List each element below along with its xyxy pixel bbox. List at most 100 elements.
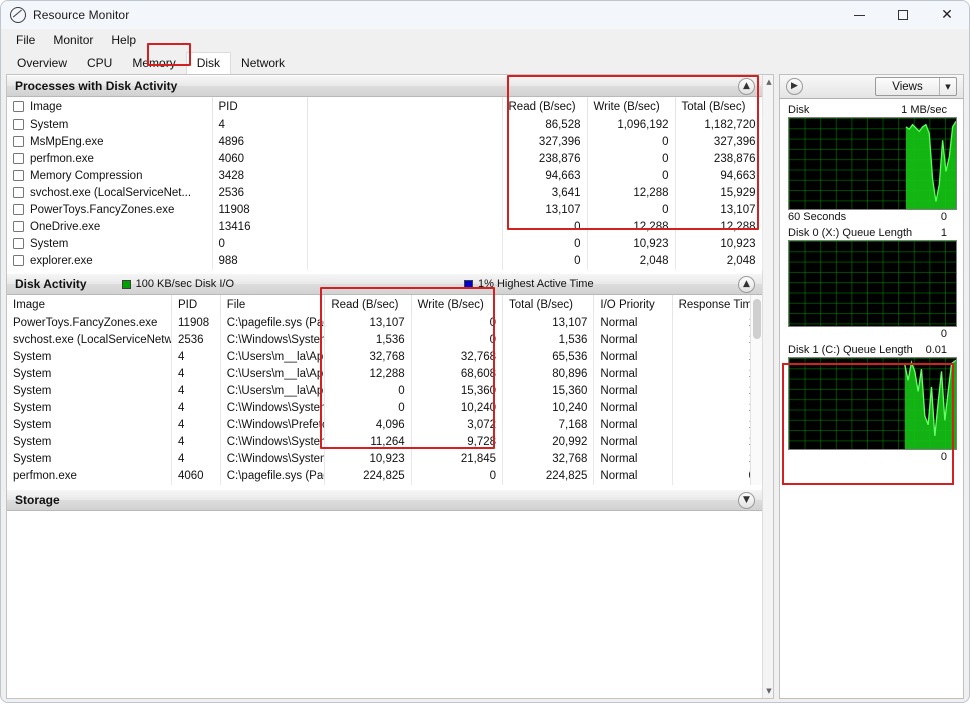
cell-read: 12,288 (324, 366, 412, 383)
tab-cpu[interactable]: CPU (77, 53, 122, 74)
col-header-read[interactable]: Read (B/sec) (502, 97, 588, 117)
table-row[interactable]: System 4 86,528 1,096,192 1,182,720 (7, 117, 763, 134)
storage-section-header[interactable]: Storage ▼ (7, 489, 762, 511)
table-row[interactable]: System4C:\Users\m__la\App...12,28868,608… (7, 366, 763, 383)
table-row[interactable]: OneDrive.exe 13416 0 12,288 12,288 (7, 219, 763, 236)
minimize-button[interactable] (837, 1, 881, 29)
legend-label-disk-io: 100 KB/sec Disk I/O (135, 278, 235, 290)
cell-total: 65,536 (502, 349, 595, 366)
processes-collapse-chevron-up-icon[interactable]: ▲ (738, 78, 755, 95)
da-col-header-total[interactable]: Total (B/sec) (502, 295, 595, 315)
maximize-button[interactable] (881, 1, 925, 29)
left-pane-scroll-track[interactable] (763, 89, 774, 684)
table-row[interactable]: System4C:\Users\m__la\App...015,36015,36… (7, 383, 763, 400)
disk-activity-scrollbar-thumb[interactable] (753, 299, 761, 339)
row-checkbox[interactable] (13, 255, 24, 266)
cell-file: C:\pagefile.sys (Page... (220, 468, 326, 485)
col-header-total[interactable]: Total (B/sec) (675, 97, 763, 117)
tab-disk[interactable]: Disk (185, 52, 232, 74)
da-col-header-pid[interactable]: PID (171, 295, 221, 315)
disk0-graph-canvas (788, 240, 957, 327)
table-row[interactable]: svchost.exe (LocalServiceNetwo... 2536 C:\… (7, 332, 763, 349)
disk-activity-section-header[interactable]: Disk Activity 100 KB/sec Disk I/O 1% Hig… (7, 273, 762, 295)
col-header-image[interactable]: Image (7, 97, 213, 117)
scroll-down-arrow-icon[interactable]: ▼ (763, 684, 774, 698)
table-row[interactable]: svchost.exe (LocalServiceNet... 2536 3,641… (7, 185, 763, 202)
table-row[interactable]: Memory Compression 3428 94,663 0 94,663 (7, 168, 763, 185)
cell-pid: 11908 (212, 202, 308, 219)
table-row[interactable]: System4C:\Users\m__la\App...32,76832,768… (7, 349, 763, 366)
col-header-pid[interactable]: PID (212, 97, 308, 117)
table-row[interactable]: System4C:\Windows\System...10,92321,8453… (7, 451, 763, 468)
cell-write: 2,048 (587, 253, 676, 270)
table-row[interactable]: PowerToys.FancyZones.exe 11908 C:\pagefile… (7, 315, 763, 332)
storage-section-title: Storage (15, 493, 60, 507)
row-checkbox[interactable] (13, 187, 24, 198)
processes-section-header[interactable]: Processes with Disk Activity ▲ (7, 75, 762, 97)
da-col-header-read[interactable]: Read (B/sec) (324, 295, 412, 315)
table-row[interactable]: System4C:\Windows\System...010,24010,240… (7, 400, 763, 417)
disk-activity-collapse-chevron-up-icon[interactable]: ▲ (738, 276, 755, 293)
disk1-graph-max: 0.01 (925, 344, 947, 356)
cell-pid: 4 (171, 366, 221, 383)
menu-item-monitor[interactable]: Monitor (45, 31, 101, 49)
table-row[interactable]: System4C:\Windows\Prefetc...4,0963,0727,… (7, 417, 763, 434)
tab-memory[interactable]: Memory (122, 53, 185, 74)
row-checkbox[interactable] (13, 238, 24, 249)
da-col-header-write[interactable]: Write (B/sec) (411, 295, 504, 315)
disk-activity-scrollbar[interactable] (750, 295, 762, 485)
disk-graph-labels: Disk 1 MB/sec (788, 103, 957, 117)
cell-response-time: 1 (672, 400, 763, 417)
close-button[interactable]: ✕ (925, 1, 969, 29)
table-row[interactable]: perfmon.exe 4060 238,876 0 238,876 (7, 151, 763, 168)
row-checkbox[interactable] (13, 221, 24, 232)
cell-response-time: 1 (672, 349, 763, 366)
menu-item-file[interactable]: File (8, 31, 43, 49)
da-col-header-io-priority[interactable]: I/O Priority (593, 295, 673, 315)
cell-pid: 4 (171, 383, 221, 400)
cell-image-label: System (30, 119, 69, 131)
disk-activity-section-title: Disk Activity (15, 277, 87, 291)
expand-panel-chevron-right-icon[interactable]: ▶ (786, 78, 803, 95)
cell-read: 10,923 (324, 451, 412, 468)
da-col-header-response-time[interactable]: Response Time ... (672, 295, 763, 315)
table-row[interactable]: explorer.exe 988 0 2,048 2,048 (7, 253, 763, 270)
table-row[interactable]: perfmon.exe4060C:\pagefile.sys (Page...2… (7, 468, 763, 485)
table-row[interactable]: System 0 0 10,923 10,923 (7, 236, 763, 253)
tab-network[interactable]: Network (231, 53, 295, 74)
cell-pid: 4 (212, 117, 308, 134)
views-chevron-down-icon[interactable]: ▼ (939, 78, 956, 95)
table-row[interactable]: PowerToys.FancyZones.exe 11908 13,107 0 13,1… (7, 202, 763, 219)
table-row[interactable]: System4C:\Windows\System...11,2649,72820… (7, 434, 763, 451)
tab-overview[interactable]: Overview (7, 53, 77, 74)
cell-file: C:\Windows\Prefetc... (220, 417, 326, 434)
cell-response-time: 1 (672, 332, 763, 349)
cell-image: System (7, 400, 172, 417)
row-checkbox[interactable] (13, 136, 24, 147)
storage-collapse-chevron-down-icon[interactable]: ▼ (738, 492, 755, 509)
cell-spacer (307, 117, 503, 134)
row-checkbox[interactable] (13, 119, 24, 130)
row-checkbox[interactable] (13, 153, 24, 164)
left-pane-scrollbar[interactable]: ▲ ▼ (762, 75, 774, 698)
cell-write: 1,096,192 (587, 117, 676, 134)
menu-item-help[interactable]: Help (103, 31, 144, 49)
cell-spacer (307, 219, 503, 236)
scroll-up-arrow-icon[interactable]: ▲ (763, 75, 774, 89)
disk-activity-table-area: Image PID File Read (B/sec) Write (B/sec… (7, 287, 763, 485)
cell-total: 15,360 (502, 383, 595, 400)
views-dropdown-button[interactable]: Views ▼ (875, 77, 957, 96)
col-header-write[interactable]: Write (B/sec) (587, 97, 676, 117)
select-all-checkbox[interactable] (13, 100, 24, 112)
cell-read: 224,825 (324, 468, 412, 485)
views-dropdown-label: Views (892, 80, 923, 93)
cell-image: System (7, 117, 213, 134)
disk-activity-table: Image PID File Read (B/sec) Write (B/sec… (7, 295, 763, 485)
cell-spacer (307, 168, 503, 185)
da-col-header-image[interactable]: Image (7, 295, 172, 315)
row-checkbox[interactable] (13, 170, 24, 181)
row-checkbox[interactable] (13, 204, 24, 215)
cell-read: 94,663 (502, 168, 588, 185)
da-col-header-file[interactable]: File (220, 295, 326, 315)
table-row[interactable]: MsMpEng.exe 4896 327,396 0 327,396 (7, 134, 763, 151)
